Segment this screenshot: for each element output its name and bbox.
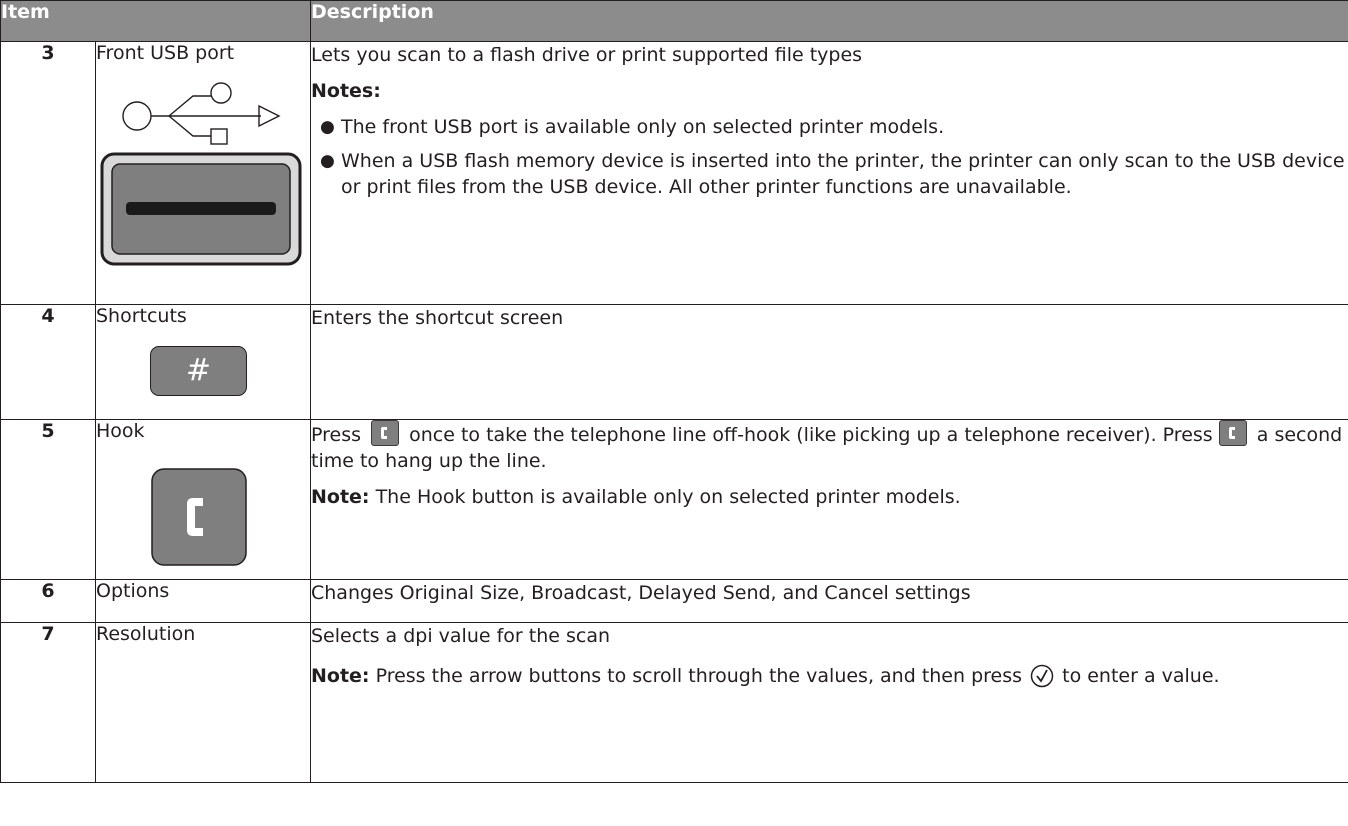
item-number: 5	[0, 419, 96, 580]
item-number: 6	[0, 579, 96, 623]
item-name: Hook	[96, 420, 145, 442]
notes-label: Notes:	[311, 80, 381, 102]
table-row: 3 Front USB port Lets you scan to a flas…	[0, 41, 1348, 305]
item-number: 4	[0, 304, 96, 420]
item-number: 7	[0, 622, 96, 783]
item-name: Shortcuts	[96, 305, 187, 327]
item-note: Note: The Hook button is available only …	[311, 486, 961, 508]
usb-symbol-icon	[122, 82, 281, 145]
table-header-row: Item Description	[0, 0, 1348, 42]
note-label: Note:	[311, 665, 370, 687]
table-row: 4 Shortcuts # Enters the shortcut screen	[0, 304, 1348, 420]
item-name: Options	[95, 579, 311, 623]
table-row: 6 Options Changes Original Size, Broadca…	[0, 579, 1348, 623]
item-name: Front USB port	[96, 42, 235, 64]
table-row: 5 Hook Press once to take the telephone …	[0, 419, 1348, 580]
hook-phone-icon	[371, 420, 400, 446]
list-item: ● The front USB port is available only on…	[320, 116, 945, 138]
item-description: Enters the shortcut screen	[311, 307, 564, 329]
note-label: Note:	[311, 486, 370, 508]
header-description: Description	[310, 0, 1348, 42]
item-description: Selects a dpi value for the scan	[311, 625, 611, 647]
item-note: Note: Press the arrow buttons to scroll …	[311, 664, 1220, 688]
usb-port-icon	[100, 152, 302, 266]
shortcuts-key-icon: #	[150, 346, 247, 396]
item-description: Lets you scan to a flash drive or print …	[311, 44, 863, 66]
checkmark-circle-icon	[1030, 664, 1054, 688]
item-name: Resolution	[95, 622, 311, 783]
item-number: 3	[0, 41, 96, 305]
item-description-table: Item Description 3 Front USB port Lets y…	[0, 0, 1348, 783]
item-description: Press once to take the telephone line of…	[311, 420, 1348, 474]
item-description: Changes Original Size, Broadcast, Delaye…	[310, 579, 1348, 623]
hook-phone-icon	[1218, 420, 1247, 446]
table-row: 7 Resolution Selects a dpi value for the…	[0, 622, 1348, 783]
hook-phone-icon	[151, 468, 247, 566]
notes-list: ● The front USB port is available only on…	[311, 114, 1348, 200]
list-item: ● When a USB flash memory device is inser…	[320, 150, 1345, 198]
header-item: Item	[0, 0, 311, 42]
